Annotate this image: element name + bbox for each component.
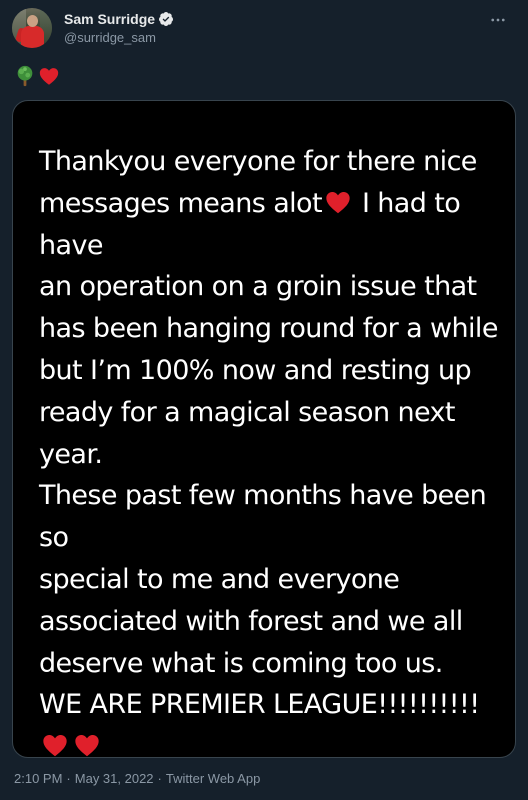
red-heart-icon	[326, 191, 350, 213]
tweet-image[interactable]: Thankyou everyone for there nice message…	[12, 100, 516, 758]
image-text-line: deserve what is coming too us.	[39, 647, 443, 679]
image-text-line: special to me and everyone	[39, 563, 400, 595]
avatar-shirt	[21, 26, 44, 48]
image-text-line: ready for a magical season next year.	[39, 396, 455, 470]
image-text-line: WE ARE PREMIER LEAGUE!!!!!!!!!!	[39, 689, 480, 721]
tweet-text	[14, 64, 60, 88]
image-text-line: associated with forest and we all	[39, 605, 463, 637]
name-row: Sam Surridge	[64, 10, 174, 28]
tweet-source: Twitter Web App	[165, 771, 261, 786]
red-heart-icon	[75, 735, 99, 757]
avatar[interactable]	[12, 8, 52, 48]
verified-badge-icon[interactable]	[158, 11, 174, 27]
avatar-head	[27, 15, 38, 27]
tweet-time[interactable]: 2:10 PM	[14, 771, 62, 786]
image-text-line: messages means alot	[39, 187, 323, 219]
footer-separator: ·	[66, 771, 71, 786]
image-text-line: Thankyou everyone for there nice	[39, 146, 477, 177]
image-text-line: but I’m 100% now and resting up	[39, 354, 472, 386]
footer-separator: ·	[157, 771, 162, 786]
user-handle[interactable]: @surridge_sam	[64, 30, 174, 45]
user-names: Sam Surridge @surridge_sam	[64, 8, 174, 45]
tweet-card: Sam Surridge @surridge_sam Thankyou ever…	[0, 0, 528, 800]
display-name[interactable]: Sam Surridge	[64, 11, 155, 27]
tweet-header: Sam Surridge @surridge_sam	[12, 8, 516, 56]
red-heart-emoji-icon	[39, 68, 59, 85]
red-heart-icon	[43, 735, 67, 757]
tree-emoji-icon	[17, 65, 33, 87]
tweet-date[interactable]: May 31, 2022	[75, 771, 154, 786]
more-options-icon[interactable]	[488, 10, 508, 30]
tweet-footer: 2:10 PM · May 31, 2022 · Twitter Web App	[14, 771, 260, 786]
image-text-line: has been hanging round for a while	[39, 313, 498, 345]
image-text-line: an operation on a groin issue that	[39, 271, 477, 303]
image-text-block: Thankyou everyone for there nice message…	[39, 141, 509, 757]
image-text-line: These past few months have been so	[39, 480, 487, 554]
